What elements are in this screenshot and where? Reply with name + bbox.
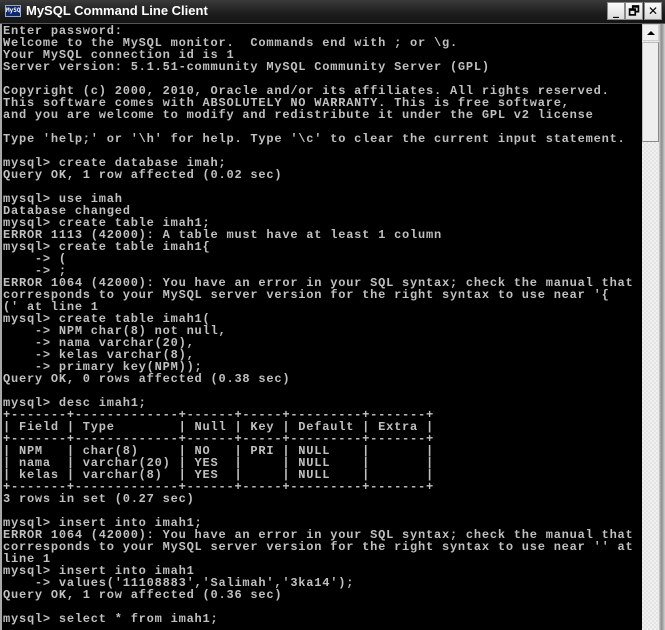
console-line: corresponds to your MySQL server version… [3, 288, 610, 302]
console-line: -> ( [3, 252, 67, 266]
console-output[interactable]: Enter password: Welcome to the MySQL moni… [0, 24, 642, 630]
title-bar[interactable]: MySQL MySQL Command Line Client _ 🗗 ✕ [0, 0, 665, 24]
window-title: MySQL Command Line Client [26, 3, 208, 18]
console-line: Query OK, 0 rows affected (0.38 sec) [3, 372, 291, 386]
console-line: corresponds to your MySQL server version… [3, 540, 634, 554]
console-line: and you are welcome to modify and redist… [3, 108, 594, 122]
scroll-thumb[interactable] [642, 42, 659, 142]
console-line: Server version: 5.1.51-community MySQL C… [3, 60, 490, 74]
console-app-icon[interactable]: MySQL [5, 5, 21, 17]
scroll-up-arrow-icon[interactable] [642, 24, 659, 41]
console-line: 3 rows in set (0.27 sec) [3, 492, 195, 506]
vertical-scrollbar[interactable] [642, 24, 659, 630]
console-line: Query OK, 1 row affected (0.36 sec) [3, 588, 283, 602]
console-line: Type 'help;' or '\h' for help. Type '\c'… [3, 132, 626, 146]
console-text: Enter password: Welcome to the MySQL moni… [2, 24, 642, 625]
close-button[interactable]: ✕ [644, 2, 662, 20]
console-line: Query OK, 1 row affected (0.02 sec) [3, 168, 283, 182]
console-command-line: mysql> create table imah1{ [3, 240, 211, 254]
minimize-button[interactable]: _ [607, 2, 625, 20]
window-frame-right [659, 24, 665, 630]
restore-button[interactable]: 🗗 [625, 2, 643, 20]
console-command-line: mysql> select * from imah1; [3, 612, 219, 626]
